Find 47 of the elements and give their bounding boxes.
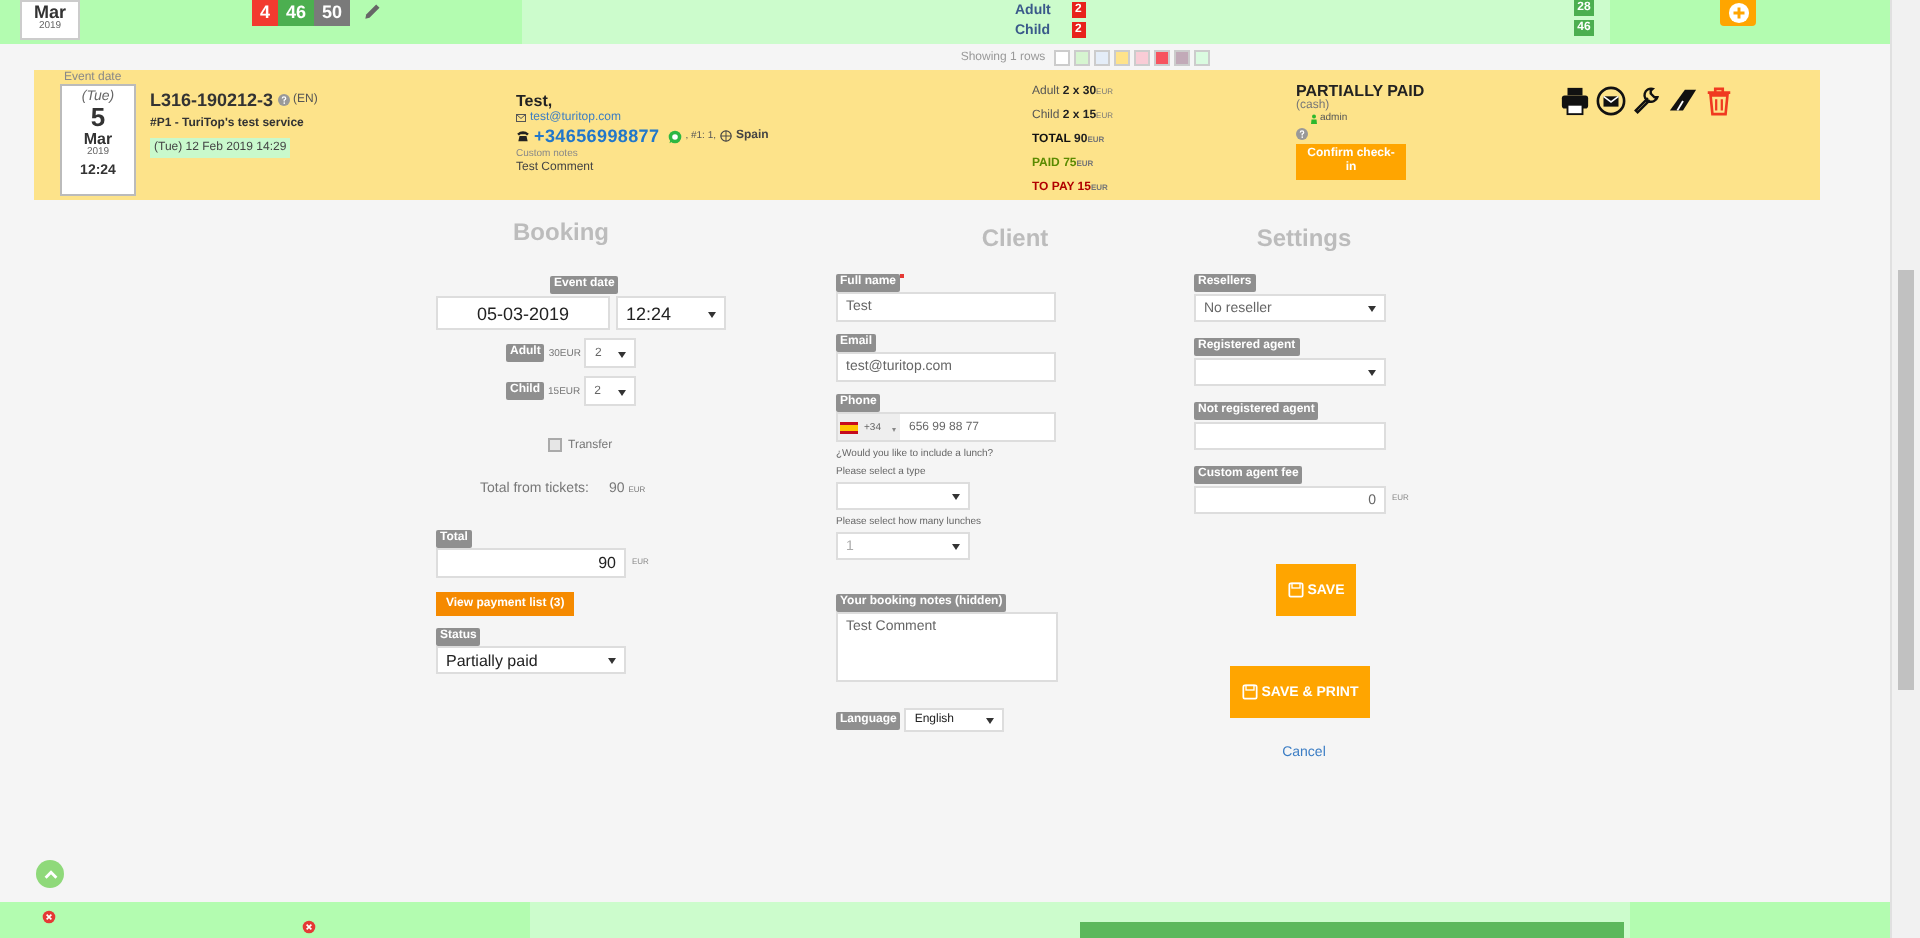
- month: Mar: [83, 131, 113, 148]
- count-badge: 4: [252, 0, 279, 26]
- color-swatch[interactable]: [1113, 49, 1130, 65]
- time-select[interactable]: 12:24: [616, 296, 726, 330]
- color-swatch[interactable]: [1153, 49, 1170, 65]
- phone-icon: [516, 130, 530, 142]
- remove-icon[interactable]: [42, 910, 56, 924]
- globe-icon: [720, 130, 733, 142]
- client-name: Test,: [516, 92, 555, 110]
- scroll-up-button[interactable]: [36, 860, 64, 888]
- mail-icon[interactable]: [1596, 86, 1626, 116]
- color-swatch[interactable]: [1173, 49, 1190, 65]
- section-title: Client: [981, 224, 1049, 252]
- date-month: Mar: [33, 4, 66, 22]
- scrollbar[interactable]: [1890, 0, 1920, 938]
- remove-icon[interactable]: [302, 920, 316, 934]
- date-field[interactable]: 05-03-2019: [436, 296, 610, 330]
- phone-link[interactable]: +34656998877: [534, 126, 660, 146]
- count-badge: 46: [278, 0, 315, 26]
- color-swatch[interactable]: [1133, 49, 1150, 65]
- day-number: 5: [90, 104, 106, 132]
- lunch-type-select[interactable]: [836, 482, 970, 510]
- pencil-icon[interactable]: [362, 2, 383, 22]
- color-swatch[interactable]: [1093, 49, 1110, 65]
- mail-icon: [516, 114, 526, 122]
- section-title: Settings: [1256, 224, 1352, 252]
- count-badge: 50: [314, 0, 351, 26]
- color-swatch[interactable]: [1193, 49, 1210, 65]
- wrench-icon[interactable]: [1632, 86, 1662, 116]
- payment-status: PARTIALLY PAID: [1296, 82, 1425, 100]
- print-icon[interactable]: [1560, 86, 1590, 116]
- section-title: Booking: [513, 218, 609, 246]
- help-icon[interactable]: [277, 94, 290, 106]
- booking-code: L316-190212-3: [150, 90, 274, 110]
- chevron-up-icon: [41, 865, 59, 883]
- registered-agent-select[interactable]: [1194, 358, 1386, 386]
- color-swatch[interactable]: [1053, 49, 1070, 65]
- agent-name-field[interactable]: [1194, 422, 1386, 450]
- total-field[interactable]: 90: [436, 548, 626, 578]
- help-icon[interactable]: [1296, 128, 1308, 140]
- color-swatch[interactable]: [1073, 49, 1090, 65]
- status-select[interactable]: Partially paid: [436, 646, 626, 674]
- add-button[interactable]: [1720, 0, 1757, 26]
- eraser-icon[interactable]: [1668, 86, 1698, 116]
- chat-icon[interactable]: [667, 129, 682, 143]
- user-icon: [1310, 113, 1318, 123]
- transfer-checkbox[interactable]: [548, 438, 562, 452]
